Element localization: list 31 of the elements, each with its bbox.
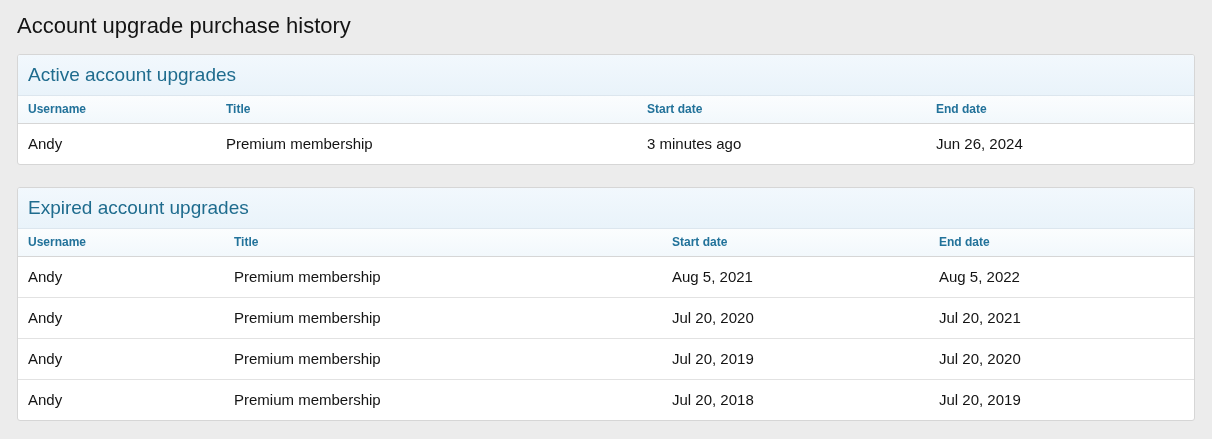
table-cell: Andy: [18, 338, 224, 379]
table-cell: Premium membership: [216, 123, 637, 164]
table-cell: Premium membership: [224, 297, 662, 338]
table-cell: Jun 26, 2024: [926, 123, 1194, 164]
table-cell: Andy: [18, 379, 224, 420]
column-header: Start date: [637, 96, 926, 123]
column-header: Title: [216, 96, 637, 123]
table-cell: Premium membership: [224, 338, 662, 379]
section-title: Expired account upgrades: [28, 197, 249, 219]
section-title: Active account upgrades: [28, 64, 237, 86]
table-cell: Andy: [18, 256, 224, 297]
table-cell: Jul 20, 2019: [929, 379, 1194, 420]
column-header: Start date: [662, 229, 929, 256]
table-cell: Aug 5, 2022: [929, 256, 1194, 297]
table-cell: Aug 5, 2021: [662, 256, 929, 297]
table-cell: Andy: [18, 123, 216, 164]
table-cell: Andy: [18, 297, 224, 338]
table-cell: Jul 20, 2020: [929, 338, 1194, 379]
table-cell: Jul 20, 2019: [662, 338, 929, 379]
column-header: Username: [18, 96, 216, 123]
column-header: End date: [929, 229, 1194, 256]
column-header: Title: [224, 229, 662, 256]
table-cell: 3 minutes ago: [637, 123, 926, 164]
page-title: Account upgrade purchase history: [17, 12, 352, 40]
column-header: End date: [926, 96, 1194, 123]
table-cell: Premium membership: [224, 379, 662, 420]
table-cell: Jul 20, 2018: [662, 379, 929, 420]
table-cell: Premium membership: [224, 256, 662, 297]
table-cell: Jul 20, 2020: [662, 297, 929, 338]
table-cell: Jul 20, 2021: [929, 297, 1194, 338]
column-header: Username: [18, 229, 224, 256]
